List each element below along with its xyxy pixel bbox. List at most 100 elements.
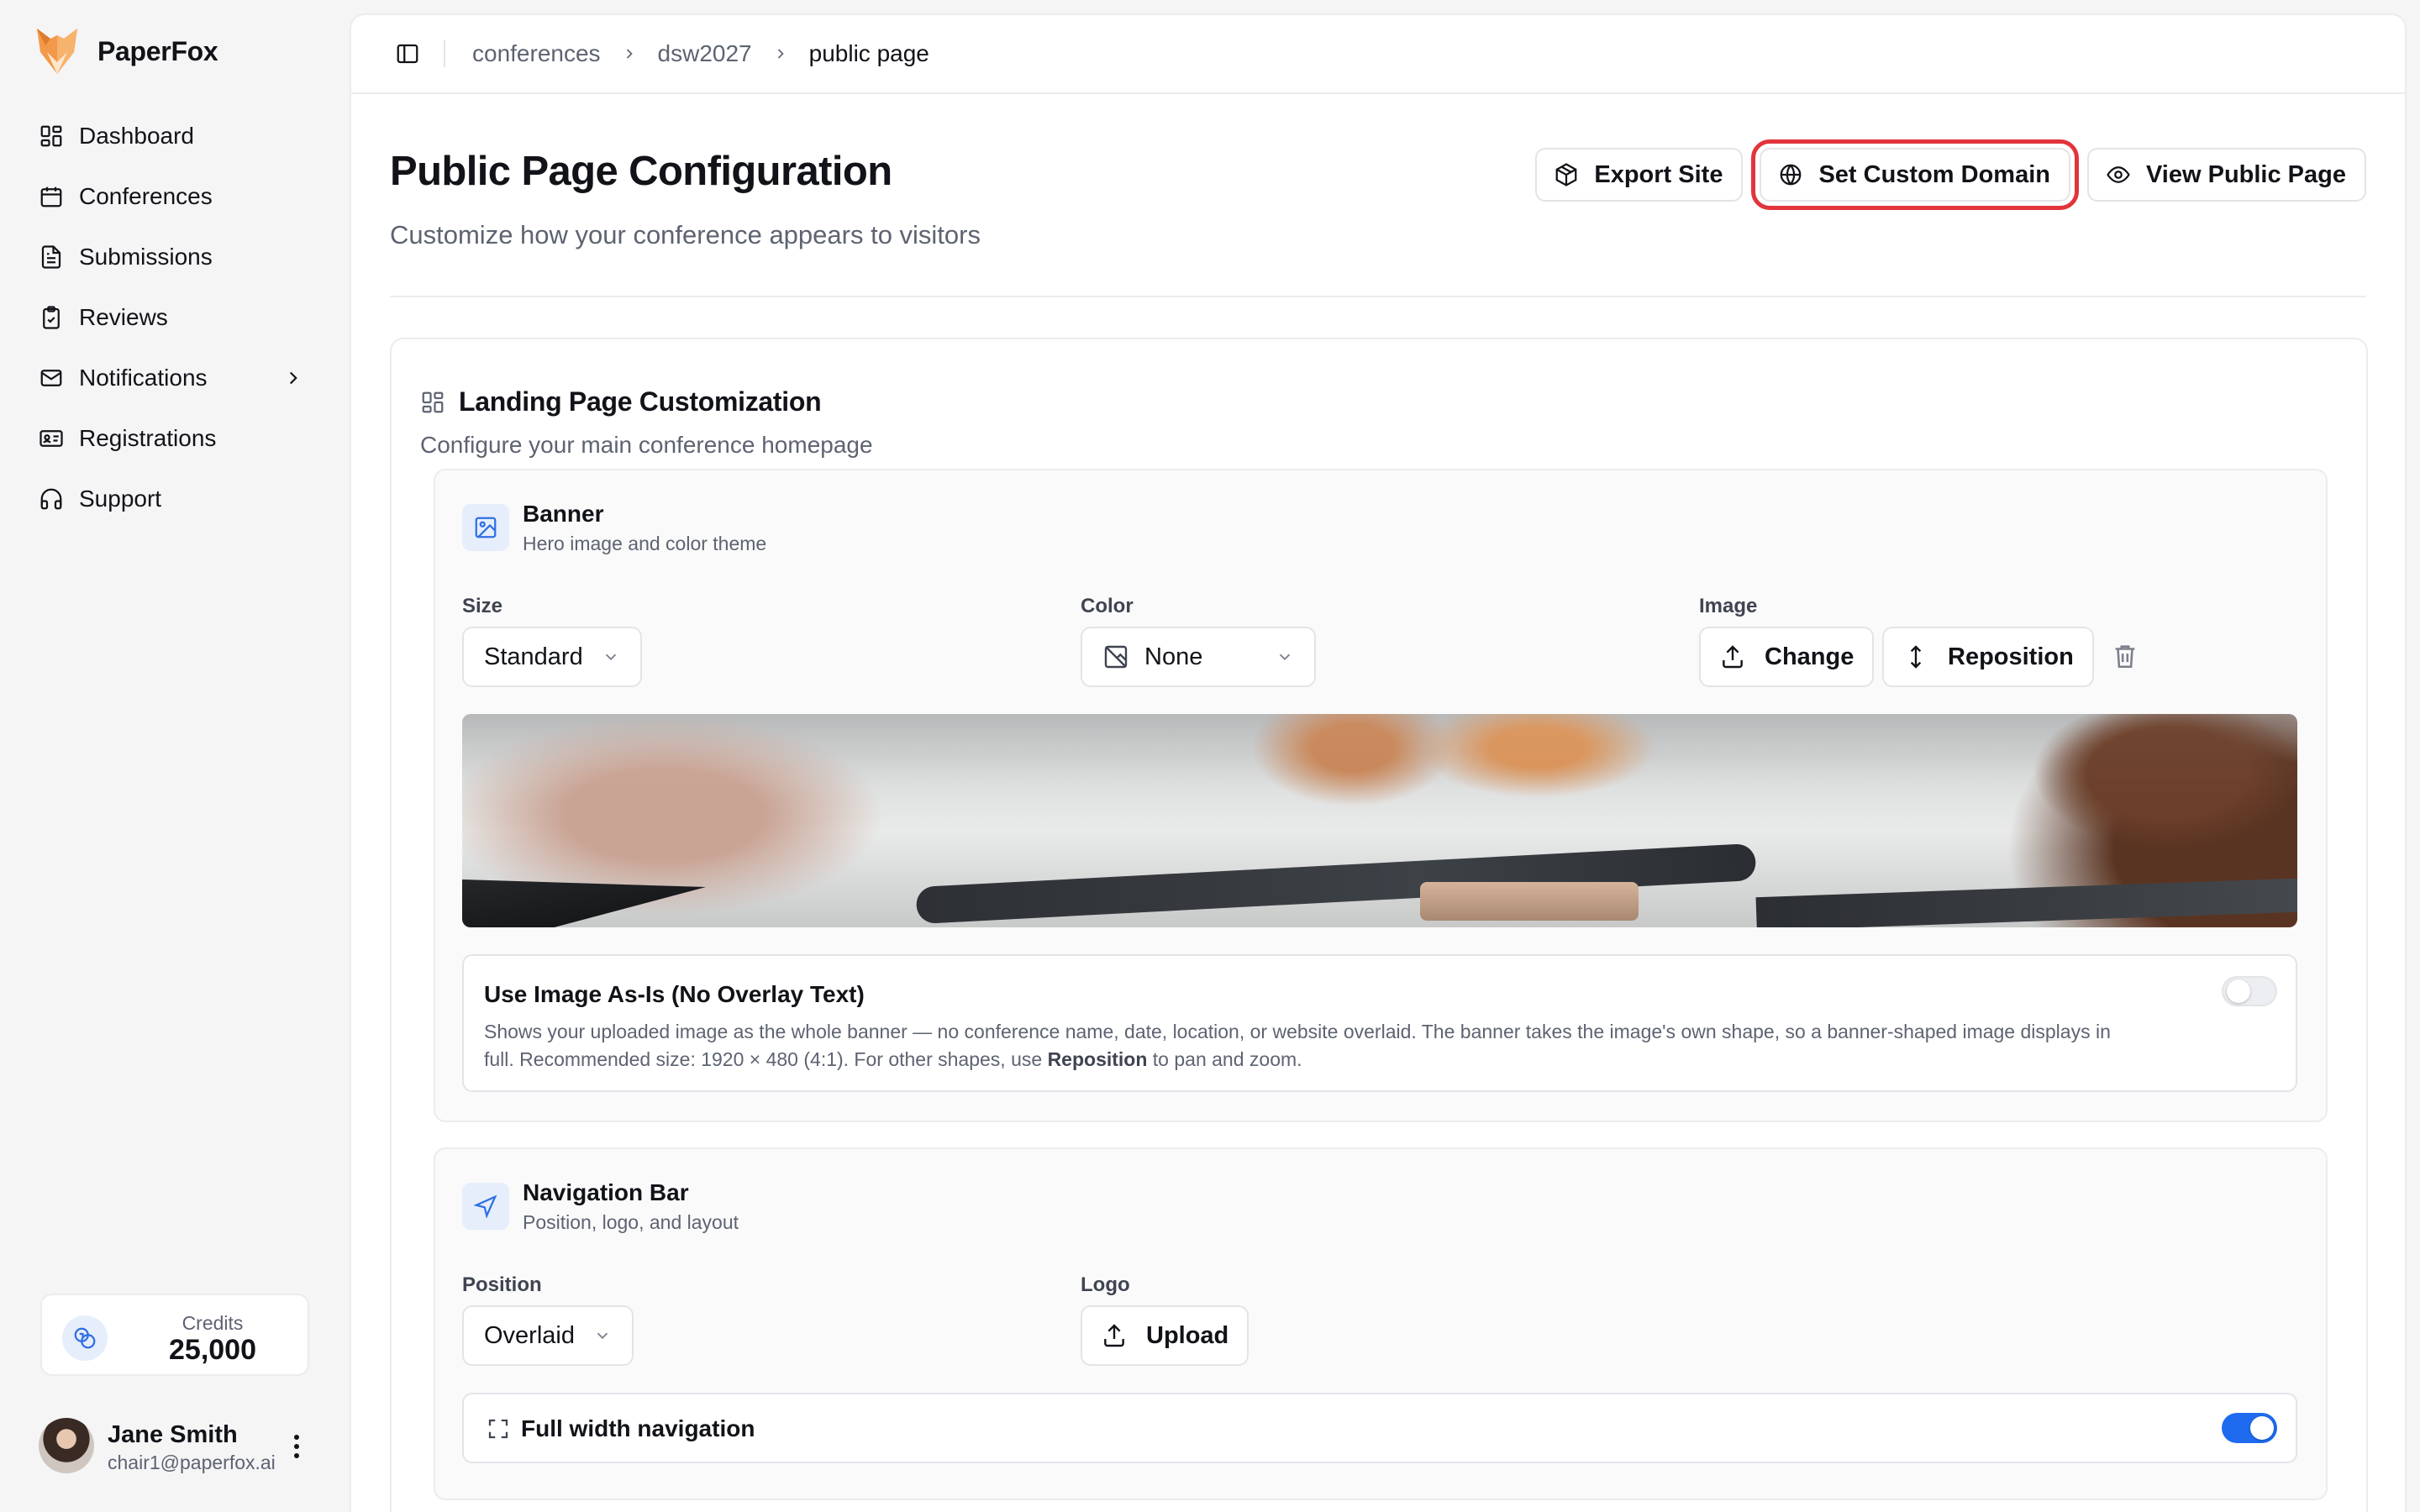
- navigation-subtitle: Position, logo, and layout: [523, 1211, 739, 1233]
- banner-subtitle: Hero image and color theme: [523, 533, 767, 554]
- full-width-navigation-label: Full width navigation: [521, 1415, 755, 1441]
- sidebar-item-submissions[interactable]: Submissions: [24, 227, 318, 287]
- dashboard-icon: [40, 125, 62, 147]
- size-select[interactable]: Standard: [462, 627, 642, 687]
- banner-title: Banner: [523, 501, 604, 527]
- change-label: Change: [1765, 643, 1854, 670]
- chevron-down-icon: [597, 1332, 608, 1340]
- user-profile[interactable]: Jane Smith chair1@paperfox.ai: [39, 1416, 316, 1475]
- divider: [390, 296, 2366, 297]
- sidebar-nav: Dashboard Conferences Submissions Review…: [24, 106, 318, 529]
- use-image-as-is-title: Use Image As-Is (No Overlay Text): [484, 981, 865, 1007]
- landing-page-card: Landing Page Customization Configure you…: [390, 338, 2368, 1512]
- topbar: conferences dsw2027 public page: [351, 15, 2405, 94]
- page-subtitle: Customize how your conference appears to…: [390, 220, 981, 249]
- sidebar-item-label: Notifications: [79, 365, 208, 391]
- sidebar: PaperFox Dashboard Conferences Submissio…: [0, 0, 345, 1512]
- user-name: Jane Smith: [108, 1421, 238, 1448]
- landing-card-title: Landing Page Customization: [459, 386, 822, 417]
- mail-icon: [40, 370, 62, 386]
- color-select[interactable]: None: [1081, 627, 1316, 687]
- sidebar-item-notifications[interactable]: Notifications: [24, 348, 318, 408]
- page-title: Public Page Configuration: [390, 149, 892, 194]
- navigation-title: Navigation Bar: [523, 1179, 689, 1205]
- id-card-icon: [39, 430, 63, 447]
- file-text-icon: [41, 245, 61, 269]
- upload-label: Upload: [1146, 1321, 1229, 1349]
- globe-icon: [1781, 164, 1802, 186]
- move-vertical-icon: [1910, 645, 1922, 669]
- change-image-button[interactable]: Change: [1699, 627, 1875, 687]
- sidebar-item-dashboard[interactable]: Dashboard: [24, 106, 318, 166]
- breadcrumb-item-conference[interactable]: dsw2027: [658, 40, 752, 67]
- chevron-right-icon: [777, 49, 784, 59]
- upload-icon: [1104, 1324, 1124, 1347]
- sidebar-item-label: Conferences: [79, 183, 213, 209]
- breadcrumb: conferences dsw2027 public page: [472, 40, 929, 67]
- logo-label: Logo: [1081, 1273, 1130, 1296]
- chevron-right-icon: [626, 49, 633, 59]
- navigation-section: Navigation Bar Position, logo, and layou…: [434, 1147, 2328, 1500]
- no-image-icon: [1104, 645, 1128, 669]
- sidebar-item-conferences[interactable]: Conferences: [24, 166, 318, 227]
- clipboard-check-icon: [43, 306, 60, 329]
- position-select[interactable]: Overlaid: [462, 1305, 634, 1366]
- chevron-right-icon[interactable]: [282, 367, 304, 389]
- view-public-page-label: View Public Page: [2145, 160, 2346, 188]
- reposition-button[interactable]: Reposition: [1882, 627, 2094, 687]
- chevron-down-icon: [1279, 654, 1291, 661]
- maximize-icon: [488, 1419, 508, 1439]
- fox-logo-icon: [37, 29, 77, 74]
- upload-logo-button[interactable]: Upload: [1081, 1305, 1249, 1366]
- topbar-divider: [444, 40, 445, 67]
- header-actions: Export Site Set Custom Domain View Publi…: [1535, 139, 2366, 210]
- credits-card[interactable]: Credits 25,000: [40, 1294, 309, 1376]
- sidebar-item-registrations[interactable]: Registrations: [24, 408, 318, 469]
- main-panel: conferences dsw2027 public page Public P…: [350, 13, 2407, 1512]
- reposition-label: Reposition: [1948, 643, 2074, 670]
- sidebar-item-reviews[interactable]: Reviews: [24, 287, 318, 348]
- set-custom-domain-label: Set Custom Domain: [1818, 160, 2050, 188]
- brand[interactable]: PaperFox: [35, 27, 218, 76]
- position-value: Overlaid: [484, 1321, 575, 1349]
- use-image-as-is-toggle[interactable]: [2222, 976, 2277, 1006]
- user-email: chair1@paperfox.ai: [108, 1452, 276, 1473]
- calendar-icon: [40, 186, 62, 207]
- sidebar-item-label: Submissions: [79, 244, 213, 270]
- use-image-as-is-description: Shows your uploaded image as the whole b…: [484, 1021, 2111, 1070]
- banner-section: Banner Hero image and color theme Size S…: [434, 469, 2328, 1122]
- sidebar-item-label: Registrations: [79, 425, 217, 451]
- export-site-button[interactable]: Export Site: [1535, 148, 1744, 202]
- app-name: PaperFox: [97, 35, 218, 66]
- position-label: Position: [462, 1273, 542, 1296]
- sidebar-item-label: Reviews: [79, 304, 168, 330]
- trash-icon[interactable]: [2111, 642, 2139, 670]
- credits-label: Credits: [182, 1312, 244, 1334]
- navigation-icon: [462, 1183, 509, 1230]
- sidebar-item-label: Support: [79, 486, 162, 512]
- breadcrumb-item-conferences[interactable]: conferences: [472, 40, 601, 67]
- panel-left-icon: [397, 44, 418, 64]
- full-width-navigation-option: Full width navigation: [462, 1393, 2297, 1463]
- full-width-navigation-toggle[interactable]: [2222, 1413, 2277, 1443]
- sidebar-item-support[interactable]: Support: [24, 469, 318, 529]
- set-custom-domain-button[interactable]: Set Custom Domain: [1751, 139, 2079, 210]
- color-label: Color: [1081, 595, 1134, 617]
- headphones-icon: [40, 488, 62, 510]
- more-vertical-icon[interactable]: [284, 1431, 309, 1462]
- upload-icon: [1723, 645, 1743, 669]
- layout-grid-icon: [422, 391, 444, 413]
- image-label: Image: [1699, 595, 1758, 617]
- chevron-down-icon: [605, 654, 616, 661]
- export-site-label: Export Site: [1594, 160, 1723, 188]
- size-label: Size: [462, 595, 503, 617]
- breadcrumb-current: public page: [808, 40, 929, 66]
- eye-icon: [2107, 166, 2130, 183]
- banner-image-preview[interactable]: [462, 714, 2297, 927]
- avatar: [39, 1418, 94, 1473]
- credits-value: 25,000: [169, 1334, 256, 1366]
- size-value: Standard: [484, 643, 583, 670]
- package-icon: [1555, 163, 1577, 186]
- sidebar-toggle-button[interactable]: [393, 39, 422, 68]
- view-public-page-button[interactable]: View Public Page: [2086, 148, 2366, 202]
